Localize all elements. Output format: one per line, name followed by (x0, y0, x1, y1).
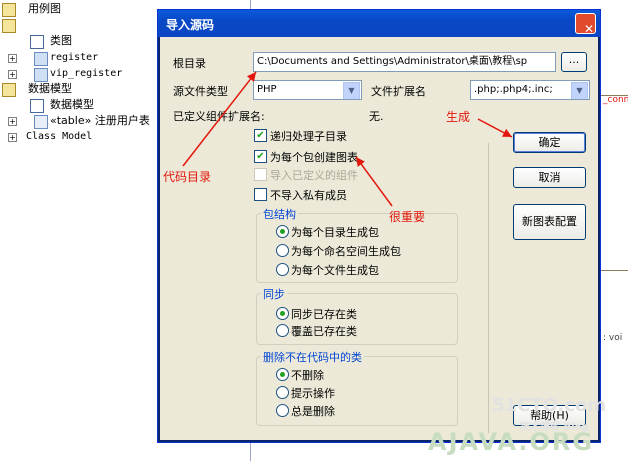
annotation-important: 很重要 (389, 210, 426, 224)
arrow-generate (477, 118, 513, 138)
arrow-important (355, 156, 393, 207)
watermark-ajava: AJAVA.ORG (428, 428, 595, 456)
watermark-51cto: 51CTO.com (492, 395, 607, 416)
annotation-code-dir: 代码目录 (163, 170, 212, 184)
annotation-arrows (182, 71, 513, 207)
arrow-code-dir (182, 71, 257, 167)
annotation-generate: 生成 (446, 110, 471, 124)
